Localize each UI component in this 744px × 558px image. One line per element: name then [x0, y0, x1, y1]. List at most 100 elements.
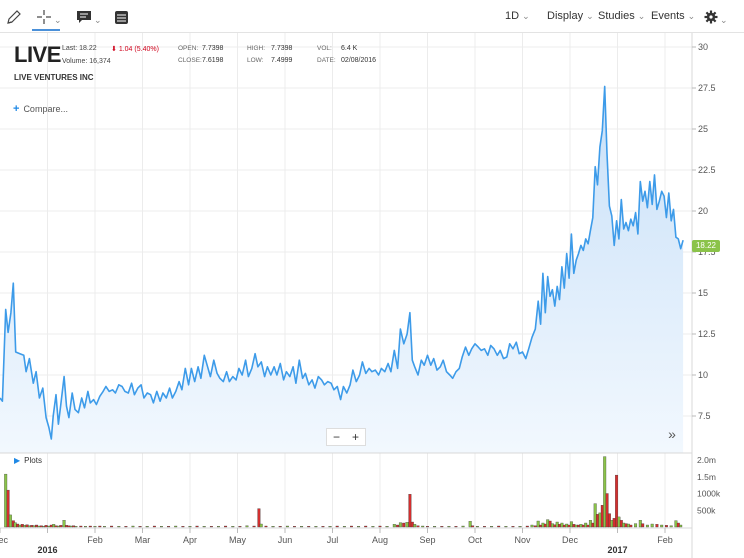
company-name: LIVE VENTURES INC: [14, 73, 94, 82]
time-tick-label: Dec: [0, 535, 8, 545]
volume-bar: [454, 526, 458, 528]
volume-bar: [413, 524, 417, 528]
crosshair-tool-button[interactable]: ⌄: [36, 6, 62, 28]
table-view-button[interactable]: [114, 6, 129, 28]
volume-bar: [13, 522, 17, 528]
volume-bar: [110, 525, 114, 528]
volume-bar: [518, 526, 522, 528]
volume-bar: [574, 524, 578, 528]
time-tick-label: Mar: [135, 535, 151, 545]
volume-bar: [655, 524, 659, 528]
table-icon: [115, 10, 128, 24]
volume-bar: [342, 526, 346, 528]
plots-label: Plots: [24, 456, 42, 465]
volume-bar: [321, 526, 325, 528]
volume-bar: [293, 526, 296, 528]
volume-bar: [598, 512, 602, 528]
volume-bar: [27, 525, 31, 528]
close-label: CLOSE:: [178, 57, 202, 64]
volume-bar: [660, 524, 664, 528]
studies-label: Studies: [598, 10, 635, 22]
time-tick-label: Nov: [514, 535, 531, 545]
volume-bar: [188, 526, 192, 528]
volume-bar: [579, 524, 583, 528]
volume-bar: [617, 516, 621, 528]
volume-bar: [550, 523, 554, 528]
price-chart[interactable]: 7.51012.51517.52022.52527.530 500k1000k1…: [0, 33, 744, 558]
settings-button[interactable]: ⌄: [704, 6, 728, 28]
volume-bar: [74, 526, 78, 528]
volume-bar: [629, 524, 633, 528]
time-tick-label: Sep: [419, 535, 435, 545]
volume-bar: [408, 494, 412, 528]
draw-tool-button[interactable]: [6, 6, 22, 28]
volume-bar: [103, 526, 106, 528]
volume-bar: [541, 522, 545, 528]
compare-button[interactable]: + Compare...: [13, 103, 68, 115]
volume-bar: [610, 520, 614, 528]
zoom-out-button[interactable]: −: [333, 430, 340, 444]
zoom-controls: − +: [326, 428, 366, 446]
volume-bar: [440, 526, 444, 528]
volume-bar: [56, 525, 60, 528]
volume-tick-label: 500k: [697, 505, 716, 515]
time-tick-label: Apr: [183, 535, 197, 545]
studies-dropdown[interactable]: Studies ⌄: [598, 10, 645, 22]
time-tick-label: Jul: [327, 535, 339, 545]
plots-toggle[interactable]: ▶ Plots: [14, 456, 42, 465]
chevron-down-icon: ⌄: [522, 11, 530, 21]
volume-bar: [546, 519, 550, 528]
volume-bar: [124, 526, 128, 528]
volume-bar: [504, 526, 508, 528]
volume-bar: [300, 526, 304, 528]
volume-axis: 500k 1000k 1.5m 2.0m: [697, 455, 721, 515]
open-label: OPEN:: [178, 45, 199, 52]
volume-bar: [385, 526, 389, 528]
volume-bar: [603, 456, 607, 528]
volume-bar: [410, 521, 414, 528]
volume-bar: [560, 522, 564, 528]
open-value: 7.7398: [202, 45, 224, 52]
price-tick-label: 12.5: [698, 329, 716, 339]
volume-bar: [152, 525, 156, 528]
price-tick-label: 10: [698, 370, 708, 380]
interval-dropdown[interactable]: 1D ⌄: [505, 10, 530, 22]
volume-bar: [18, 524, 22, 528]
volume-bar: [93, 526, 97, 528]
volume-bar: [600, 505, 604, 528]
volume-bar: [426, 526, 429, 528]
volume-bar: [285, 525, 289, 528]
date-value: 02/08/2016: [341, 57, 377, 64]
volume-bar: [364, 525, 368, 528]
volume-tick-label: 1000k: [697, 489, 721, 499]
volume-bar: [98, 525, 102, 528]
volume-bar: [195, 525, 199, 528]
comment-tool-button[interactable]: ⌄: [76, 6, 102, 28]
volume-bar: [52, 524, 56, 528]
volume-bar: [79, 525, 83, 528]
price-tick-label: 7.5: [698, 411, 711, 421]
price-change: ⬇ 1.04 (5.40%): [111, 45, 159, 53]
volume-bar: [674, 520, 678, 528]
display-dropdown[interactable]: Display ⌄: [547, 10, 594, 22]
vol-label: VOL:: [317, 45, 332, 52]
volume-bar: [224, 525, 228, 528]
price-tick-label: 15: [698, 288, 708, 298]
events-dropdown[interactable]: Events ⌄: [651, 10, 695, 22]
volume-summary: Volume: 16,374: [62, 58, 111, 65]
active-tool-indicator: [32, 29, 60, 31]
volume-bar: [39, 525, 43, 528]
volume-bar: [42, 526, 46, 528]
time-tick-label: 2016: [37, 545, 57, 555]
price-tick-label: 27.5: [698, 83, 716, 93]
volume-bar: [626, 523, 630, 528]
price-tick-label: 25: [698, 124, 708, 134]
volume-bar: [328, 526, 332, 528]
volume-bar: [553, 524, 557, 528]
zoom-in-button[interactable]: +: [352, 430, 359, 444]
volume-bar: [471, 525, 475, 528]
volume-bar: [307, 526, 311, 528]
volume-bar: [47, 525, 51, 528]
scroll-to-latest-button[interactable]: »: [661, 425, 683, 443]
volume-bar: [131, 525, 135, 528]
